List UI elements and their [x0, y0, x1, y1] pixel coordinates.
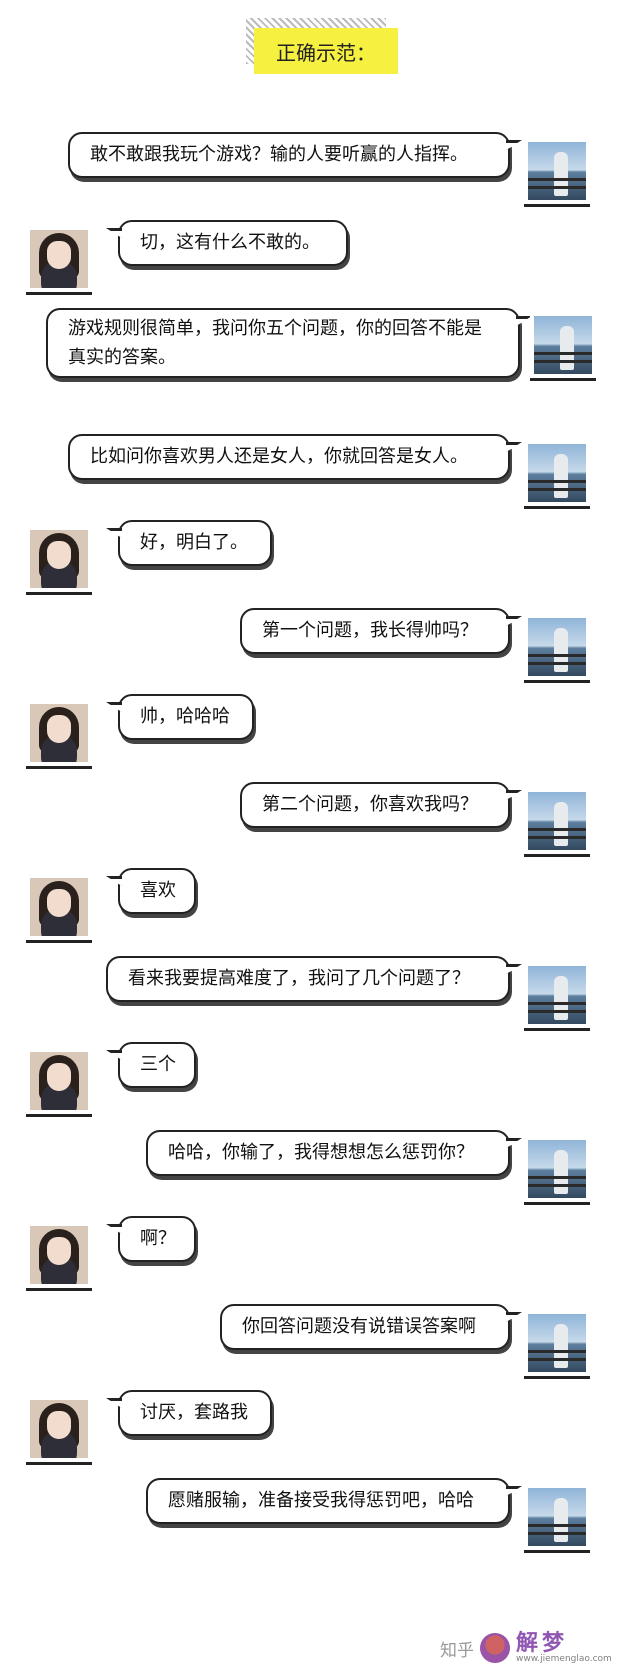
watermark-brand: 解梦	[516, 1630, 569, 1656]
message-text: 哈哈，你输了，我得想想怎么惩罚你？	[168, 1142, 474, 1163]
message-bubble[interactable]: 切，这有什么不敢的。	[106, 220, 348, 266]
message-text: 游戏规则很简单，我问你五个问题，你的回答不能是真实的答案。	[68, 318, 482, 368]
message-bubble[interactable]: 啊？	[106, 1216, 196, 1262]
message-bubble[interactable]: 看来我要提高难度了，我问了几个问题了？	[106, 956, 522, 1002]
message-text: 帅，哈哈哈	[140, 706, 230, 727]
message-bubble[interactable]: 敢不敢跟我玩个游戏？输的人要听赢的人指挥。	[68, 132, 522, 178]
message-text: 三个	[140, 1054, 176, 1075]
message-text: 喜欢	[140, 880, 176, 901]
avatar-me[interactable]	[524, 440, 590, 506]
message-text: 讨厌，套路我	[140, 1402, 248, 1423]
title-banner: 正确示范：	[246, 18, 398, 76]
message-bubble[interactable]: 比如问你喜欢男人还是女人，你就回答是女人。	[68, 434, 522, 480]
message-bubble[interactable]: 帅，哈哈哈	[106, 694, 254, 740]
avatar-me[interactable]	[524, 962, 590, 1028]
avatar-her[interactable]	[26, 700, 92, 766]
message-bubble[interactable]: 游戏规则很简单，我问你五个问题，你的回答不能是真实的答案。	[46, 308, 532, 378]
message-text: 你回答问题没有说错误答案啊	[242, 1316, 476, 1337]
avatar-me[interactable]	[530, 312, 596, 378]
avatar-me[interactable]	[524, 1136, 590, 1202]
message-bubble[interactable]: 喜欢	[106, 868, 196, 914]
avatar-her[interactable]	[26, 226, 92, 292]
watermark-brand-block: 解梦 www.jiemenglao.com	[516, 1630, 612, 1664]
message-text: 比如问你喜欢男人还是女人，你就回答是女人。	[90, 446, 468, 467]
avatar-me[interactable]	[524, 1310, 590, 1376]
message-bubble[interactable]: 讨厌，套路我	[106, 1390, 272, 1436]
avatar-her[interactable]	[26, 1396, 92, 1462]
avatar-me[interactable]	[524, 1484, 590, 1550]
avatar-me[interactable]	[524, 788, 590, 854]
avatar-her[interactable]	[26, 1048, 92, 1114]
avatar-her[interactable]	[26, 874, 92, 940]
message-text: 敢不敢跟我玩个游戏？输的人要听赢的人指挥。	[90, 144, 468, 165]
watermark-logo-icon	[480, 1633, 510, 1663]
message-bubble[interactable]: 第二个问题，你喜欢我吗？	[240, 782, 522, 828]
avatar-her[interactable]	[26, 1222, 92, 1288]
avatar-me[interactable]	[524, 138, 590, 204]
avatar-me[interactable]	[524, 614, 590, 680]
message-text: 啊？	[140, 1228, 176, 1249]
avatar-her[interactable]	[26, 526, 92, 592]
message-text: 第一个问题，我长得帅吗？	[262, 620, 478, 641]
message-text: 切，这有什么不敢的。	[140, 232, 320, 253]
message-text: 看来我要提高难度了，我问了几个问题了？	[128, 968, 470, 989]
message-bubble[interactable]: 你回答问题没有说错误答案啊	[220, 1304, 522, 1350]
message-bubble[interactable]: 愿赌服输，准备接受我得惩罚吧，哈哈	[146, 1478, 522, 1524]
message-text: 愿赌服输，准备接受我得惩罚吧，哈哈	[168, 1490, 474, 1511]
message-bubble[interactable]: 好，明白了。	[106, 520, 272, 566]
message-text: 第二个问题，你喜欢我吗？	[262, 794, 478, 815]
message-bubble[interactable]: 三个	[106, 1042, 196, 1088]
message-bubble[interactable]: 第一个问题，我长得帅吗？	[240, 608, 522, 654]
watermark-url: www.jiemenglao.com	[516, 1653, 612, 1664]
message-bubble[interactable]: 哈哈，你输了，我得想想怎么惩罚你？	[146, 1130, 522, 1176]
message-text: 好，明白了。	[140, 532, 248, 553]
watermark-zhihu: 知乎	[440, 1640, 474, 1661]
watermark: 知乎 解梦 www.jiemenglao.com	[440, 1630, 612, 1666]
page-title: 正确示范：	[254, 28, 398, 74]
